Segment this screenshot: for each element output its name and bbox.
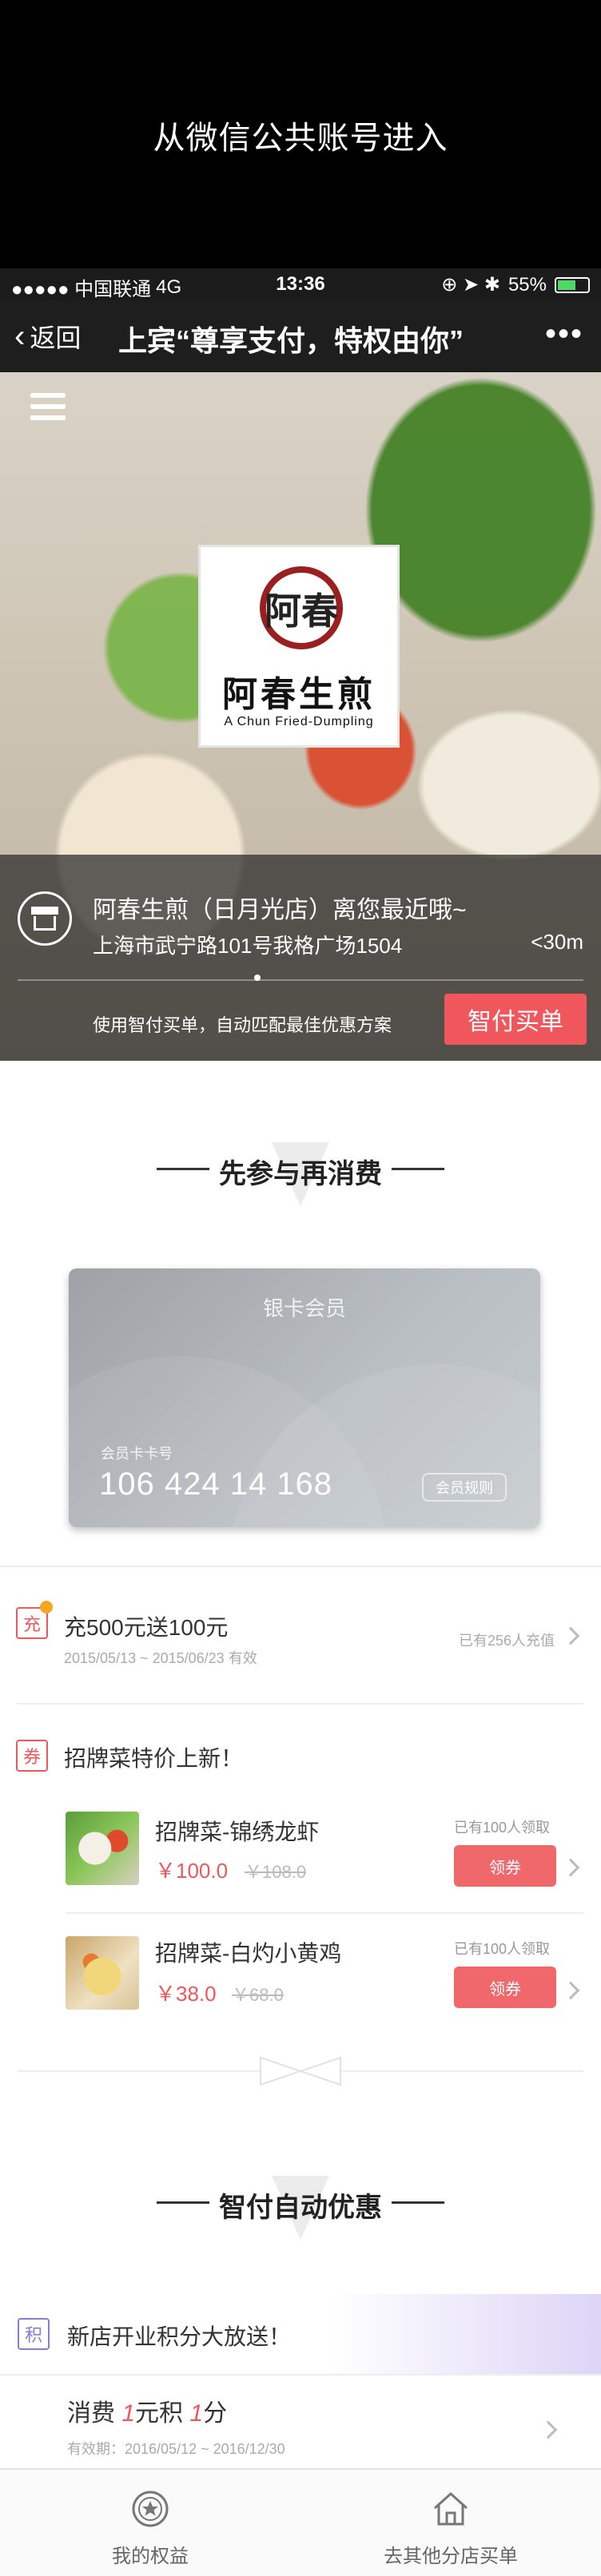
more-icon[interactable]: ••• xyxy=(545,316,583,352)
tab-my-benefits[interactable]: 我的权益 xyxy=(0,2470,300,2576)
section-title: 智付自动优惠 xyxy=(219,2193,382,2223)
divider xyxy=(0,2374,601,2376)
points-amount: 1 xyxy=(121,2400,136,2427)
hero-banner: 阿春 阿春生煎 A Chun Fried-Dumpling 阿春生煎（日月光店）… xyxy=(0,372,601,1061)
logo-seal-text: 阿春 xyxy=(265,589,338,633)
chevron-left-icon: ‹ xyxy=(14,319,26,354)
card-level: 银卡会员 xyxy=(262,1296,346,1320)
dish-image-lobster[interactable] xyxy=(66,1812,139,1885)
section-heading-auto-discount: 智付自动优惠 xyxy=(0,2168,601,2264)
intro-banner: 从微信公共账号进入 xyxy=(0,0,601,268)
logo-name: 阿春生煎 xyxy=(222,674,376,715)
store-info-panel: 阿春生煎（日月光店）离您最近哦~ 上海市武宁路101号我格广场1504 <30m… xyxy=(0,855,601,1061)
points-promo-header: 积 新店开业积分大放送！ xyxy=(0,2294,601,2374)
divider xyxy=(18,979,583,981)
dish-image-chicken[interactable] xyxy=(66,1936,139,2010)
dish-name[interactable]: 招牌菜-锦绣龙虾 xyxy=(155,1815,319,1847)
home-icon xyxy=(433,2491,468,2526)
divider xyxy=(66,1912,583,1914)
chevron-right-icon xyxy=(561,1981,580,2000)
status-bar: ●●●●● 中国联通 4G 13:36 ⊕ ➤ ✱ 55% xyxy=(0,268,601,300)
dish-name[interactable]: 招牌菜-白灼小黄鸡 xyxy=(155,1936,341,1968)
smart-pay-button[interactable]: 智付买单 xyxy=(444,994,587,1045)
chevron-right-icon xyxy=(539,2420,558,2439)
back-label: 返回 xyxy=(30,323,82,352)
status-icons: ⊕ ➤ ✱ xyxy=(441,274,500,296)
chevron-right-icon xyxy=(561,1858,580,1877)
points-title: 新店开业积分大放送！ xyxy=(67,2324,292,2349)
section-title: 先参与再消费 xyxy=(219,1159,382,1189)
banner-caption: 从微信公共账号进入 xyxy=(153,121,448,156)
carousel-dot[interactable] xyxy=(254,974,261,981)
battery-icon xyxy=(555,276,590,293)
card-number: 106 424 14 168 xyxy=(99,1467,333,1502)
pay-hint: 使用智付买单，自动匹配最佳优惠方案 xyxy=(93,1015,392,1035)
battery-percent: 55% xyxy=(507,273,547,296)
points-value: 1 xyxy=(189,2400,204,2427)
nav-bar: ‹ 返回 上宾“尊享支付，特权由你” ••• xyxy=(0,300,601,372)
chevron-right-icon xyxy=(561,1626,580,1645)
star-badge-icon xyxy=(132,2491,169,2527)
claimed-count: 已有100人领取 xyxy=(454,1820,551,1836)
dish-old-price: ￥68.0 xyxy=(232,1985,284,2005)
member-card[interactable]: 银卡会员 会员卡卡号 106 424 14 168 会员规则 xyxy=(69,1268,540,1527)
specials-section: 券 招牌菜特价上新！ 招牌菜-锦绣龙虾 ￥100.0 ￥108.0 已有100人… xyxy=(0,1705,601,2040)
member-rules-button[interactable]: 会员规则 xyxy=(422,1473,507,1502)
recharge-count: 已有256人充值 xyxy=(458,1633,555,1649)
logo-english: A Chun Fried-Dumpling xyxy=(224,715,374,728)
menu-icon[interactable] xyxy=(30,393,66,422)
dish-old-price: ￥108.0 xyxy=(245,1862,307,1882)
points-badge-icon: 积 xyxy=(18,2318,50,2350)
recharge-title: 充500元送100元 xyxy=(64,1615,229,1640)
back-button[interactable]: ‹ 返回 xyxy=(14,318,81,355)
store-icon xyxy=(18,891,72,946)
new-dot xyxy=(40,1601,53,1613)
store-name[interactable]: 阿春生煎（日月光店）离您最近哦~ xyxy=(93,890,467,925)
claim-coupon-button[interactable]: 领券 xyxy=(454,1845,556,1887)
store-address: 上海市武宁路101号我格广场1504 xyxy=(93,934,403,958)
dish-price: ￥38.0 xyxy=(155,1982,217,2006)
tab-bar: 我的权益 去其他分店买单 xyxy=(0,2468,601,2576)
tab-other-stores[interactable]: 去其他分店买单 xyxy=(300,2470,601,2576)
points-rule[interactable]: 消费 1元积 1分 xyxy=(67,2393,227,2428)
page-title: 上宾“尊享支付，特权由你” xyxy=(118,324,464,357)
claimed-count: 已有100人领取 xyxy=(454,1941,551,1957)
bowtie-ornament-icon xyxy=(260,2056,341,2086)
card-number-label: 会员卡卡号 xyxy=(101,1446,173,1462)
specials-title: 招牌菜特价上新！ xyxy=(64,1746,244,1771)
coupon-badge-icon: 券 xyxy=(16,1740,48,1772)
brand-logo: 阿春 阿春生煎 A Chun Fried-Dumpling xyxy=(198,545,400,748)
points-dates: 有效期：2016/05/12 ~ 2016/12/30 xyxy=(67,2441,285,2457)
recharge-dates: 2015/05/13 ~ 2015/06/23 有效 xyxy=(64,1650,257,1666)
store-distance: <30m xyxy=(531,930,583,954)
tab-label: 我的权益 xyxy=(112,2546,189,2567)
section-heading-participate: 先参与再消费 xyxy=(0,1134,601,1230)
dish-price: ￥100.0 xyxy=(155,1859,229,1883)
claim-coupon-button[interactable]: 领券 xyxy=(454,1967,556,2008)
recharge-promo[interactable]: 充 充500元送100元 2015/05/13 ~ 2015/06/23 有效 … xyxy=(0,1567,601,1703)
tab-label: 去其他分店买单 xyxy=(384,2546,518,2567)
